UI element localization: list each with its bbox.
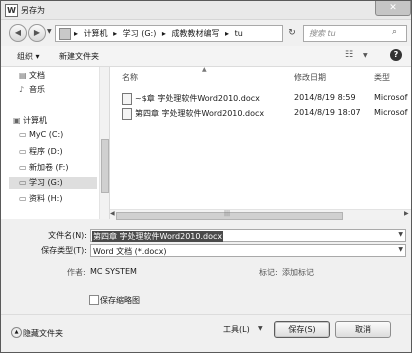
nav-item-label: 学习 (G:) bbox=[29, 178, 63, 187]
drive-icon: ▭ bbox=[19, 178, 27, 187]
nav-item-label: 计算机 bbox=[23, 116, 47, 125]
breadcrumb-separator: ▸ bbox=[225, 29, 230, 38]
nav-item-drive-g[interactable]: ▭ 学习 (G:) bbox=[9, 177, 97, 189]
filetype-select[interactable]: Word 文档 (*.docx) ▼ bbox=[90, 244, 406, 257]
nav-item-drive-f[interactable]: ▭ 新加卷 (F:) bbox=[19, 162, 68, 174]
file-name: ~$章 字处理软件Word2010.docx bbox=[135, 94, 260, 103]
file-row[interactable]: ~$章 字处理软件Word2010.docx 2014/8/19 8:59 Mi… bbox=[122, 92, 411, 105]
drive-icon: ▭ bbox=[19, 163, 27, 172]
author-label: 作者: bbox=[67, 268, 86, 277]
author-value[interactable]: MC SYSTEM bbox=[90, 267, 137, 276]
computer-icon: ▣ bbox=[13, 116, 21, 125]
save-thumbnail-checkbox[interactable] bbox=[89, 295, 99, 305]
file-date: 2014/8/19 18:07 bbox=[294, 108, 361, 117]
horizontal-scroll-thumb[interactable]: ||| bbox=[116, 210, 343, 220]
word-document-icon bbox=[122, 93, 132, 105]
collapse-icon[interactable]: ▲ bbox=[11, 327, 22, 338]
address-row: ◀ ▶ ▼ ▸ 计算机 ▸ 学习 (G:) ▸ 成教教材编写 ▸ tu ▼ ↻ … bbox=[1, 20, 411, 46]
cancel-button[interactable]: 取消 bbox=[335, 321, 391, 338]
music-icon: ♪ bbox=[19, 85, 25, 94]
tools-button[interactable]: 工具(L) bbox=[223, 324, 250, 335]
save-as-dialog: W 另存为 ✕ ◀ ▶ ▼ ▸ 计算机 ▸ 学习 (G:) ▸ 成教教材编写 ▸… bbox=[0, 0, 412, 353]
view-options-icon[interactable]: ☷ bbox=[345, 50, 353, 60]
tags-label: 标记: bbox=[259, 268, 278, 277]
filename-value: 第四章 字处理软件Word2010.docx bbox=[92, 231, 224, 242]
breadcrumb-current-folder[interactable]: tu bbox=[235, 29, 243, 38]
title-bar: W 另存为 ✕ bbox=[1, 1, 411, 20]
divider bbox=[1, 314, 411, 315]
breadcrumb-separator: ▸ bbox=[161, 29, 166, 38]
column-header-type[interactable]: 类型 bbox=[374, 72, 390, 83]
close-button[interactable]: ✕ bbox=[375, 1, 411, 16]
column-header-name[interactable]: 名称 bbox=[122, 72, 138, 83]
nav-item-computer[interactable]: ▣ 计算机 bbox=[13, 115, 47, 127]
file-name: 第四章 字处理软件Word2010.docx bbox=[135, 109, 265, 118]
toolbar: 组织 ▾ 新建文件夹 ☷ ▼ ? bbox=[1, 46, 411, 67]
back-button[interactable]: ◀ bbox=[9, 24, 27, 42]
search-icon: ⌕ bbox=[392, 27, 398, 37]
word-app-icon: W bbox=[5, 4, 18, 17]
document-icon: ▤ bbox=[19, 71, 27, 80]
sort-ascending-icon: ▲ bbox=[202, 66, 207, 73]
breadcrumb-drive-g[interactable]: 学习 (G:) bbox=[123, 29, 157, 38]
filename-field[interactable]: 第四章 字处理软件Word2010.docx ▼ bbox=[90, 229, 406, 242]
save-button[interactable]: 保存(S) bbox=[274, 321, 330, 338]
column-header-date[interactable]: 修改日期 bbox=[294, 72, 326, 83]
tags-value[interactable]: 添加标记 bbox=[282, 267, 314, 278]
nav-item-drive-h[interactable]: ▭ 资料 (H:) bbox=[19, 193, 63, 205]
filename-label: 文件名(N): bbox=[48, 231, 87, 240]
file-list: 名称 ▲ 修改日期 类型 ~$章 字处理软件Word2010.docx 2014… bbox=[110, 66, 411, 220]
help-icon[interactable]: ? bbox=[390, 49, 402, 61]
refresh-icon[interactable]: ↻ bbox=[285, 26, 299, 40]
drive-icon: ▭ bbox=[19, 130, 27, 139]
breadcrumb: ▸ 计算机 ▸ 学习 (G:) ▸ 成教教材编写 ▸ tu bbox=[74, 28, 246, 39]
nav-item-label: MyC (C:) bbox=[29, 130, 64, 139]
nav-scroll-thumb[interactable] bbox=[101, 139, 109, 193]
word-document-icon bbox=[122, 108, 132, 120]
grip-icon: ||| bbox=[224, 210, 231, 217]
scroll-right-icon[interactable]: ▶ bbox=[404, 210, 409, 217]
new-folder-button[interactable]: 新建文件夹 bbox=[59, 51, 99, 62]
nav-item-label: 新加卷 (F:) bbox=[29, 163, 69, 172]
nav-item-label: 文档 bbox=[29, 71, 45, 80]
drive-icon: ▭ bbox=[19, 194, 27, 203]
hide-folders-button[interactable]: 隐藏文件夹 bbox=[23, 328, 63, 339]
scroll-left-icon[interactable]: ◀ bbox=[110, 210, 115, 217]
breadcrumb-computer[interactable]: 计算机 bbox=[84, 29, 108, 38]
nav-item-label: 资料 (H:) bbox=[29, 194, 63, 203]
chevron-down-icon[interactable]: ▼ bbox=[398, 246, 403, 253]
window-title: 另存为 bbox=[21, 6, 45, 15]
drive-icon: ▭ bbox=[19, 147, 27, 156]
forward-button[interactable]: ▶ bbox=[28, 24, 46, 42]
chevron-down-icon[interactable]: ▼ bbox=[398, 231, 403, 238]
view-dropdown-icon[interactable]: ▼ bbox=[363, 52, 368, 59]
save-thumbnail-label[interactable]: 保存缩略图 bbox=[100, 295, 140, 306]
nav-scrollbar[interactable] bbox=[99, 67, 109, 219]
filetype-label: 保存类型(T): bbox=[41, 246, 87, 255]
breadcrumb-folder[interactable]: 成教教材编写 bbox=[171, 29, 219, 38]
file-type: Microsof bbox=[374, 93, 408, 102]
tools-dropdown-icon[interactable]: ▼ bbox=[258, 325, 263, 332]
horizontal-scrollbar[interactable]: ◀ ||| ▶ bbox=[110, 209, 411, 220]
filetype-value: Word 文档 (*.docx) bbox=[93, 247, 167, 256]
navigation-pane: ▤ 文档 ♪ 音乐 ▣ 计算机 ▭ MyC (C:) ▭ 程序 (D:) ▭ 新加卷 (F:… bbox=[1, 67, 110, 219]
breadcrumb-separator: ▸ bbox=[113, 29, 118, 38]
breadcrumb-separator: ▸ bbox=[74, 29, 79, 38]
file-date: 2014/8/19 8:59 bbox=[294, 93, 356, 102]
organize-button[interactable]: 组织 ▾ bbox=[17, 51, 40, 62]
nav-item-drive-d[interactable]: ▭ 程序 (D:) bbox=[19, 146, 63, 158]
recent-locations-dropdown-icon[interactable]: ▼ bbox=[47, 28, 52, 35]
nav-item-label: 程序 (D:) bbox=[29, 147, 63, 156]
nav-item-music[interactable]: ♪ 音乐 bbox=[19, 84, 45, 96]
file-type: Microsof bbox=[374, 108, 408, 117]
address-bar[interactable]: ▸ 计算机 ▸ 学习 (G:) ▸ 成教教材编写 ▸ tu ▼ bbox=[55, 25, 329, 42]
folder-icon bbox=[59, 28, 71, 40]
nav-item-label: 音乐 bbox=[29, 85, 45, 94]
search-input[interactable]: 搜索 tu ⌕ bbox=[303, 25, 407, 42]
nav-item-drive-c[interactable]: ▭ MyC (C:) bbox=[19, 130, 63, 142]
file-row[interactable]: 第四章 字处理软件Word2010.docx 2014/8/19 18:07 M… bbox=[122, 107, 411, 120]
search-placeholder: 搜索 tu bbox=[309, 29, 336, 38]
nav-item-documents[interactable]: ▤ 文档 bbox=[19, 70, 45, 82]
